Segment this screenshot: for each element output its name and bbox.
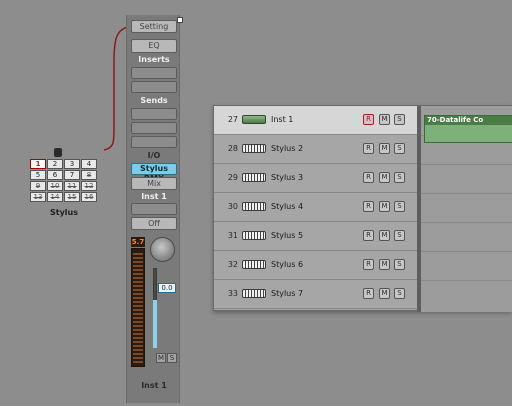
keyboard-icon xyxy=(242,260,266,269)
mute-button[interactable]: M xyxy=(379,114,390,125)
track-number: 29 xyxy=(227,173,238,182)
mute-button[interactable]: M xyxy=(379,230,390,241)
output-cell[interactable]: 11 xyxy=(64,181,80,191)
track-number: 32 xyxy=(227,260,238,269)
group-slot[interactable] xyxy=(131,203,177,215)
solo-button[interactable]: S xyxy=(394,172,405,183)
track-row[interactable]: 32 Stylus 6 RMS xyxy=(214,251,417,280)
output-cell[interactable]: 6 xyxy=(47,170,63,180)
level-meter xyxy=(131,248,145,367)
object-name: Stylus xyxy=(50,208,78,217)
solo-button[interactable]: S xyxy=(394,201,405,212)
output-grid: 1 2 3 4 5 6 7 8 9 10 11 12 13 14 15 16 xyxy=(30,159,97,202)
mute-button[interactable]: M xyxy=(379,259,390,270)
stylus-multi-output-object[interactable]: 1 2 3 4 5 6 7 8 9 10 11 12 13 14 15 16 S… xyxy=(28,148,100,220)
eq-button[interactable]: EQ xyxy=(131,39,177,53)
record-enable-button[interactable]: R xyxy=(363,172,374,183)
mute-button[interactable]: M xyxy=(379,288,390,299)
instrument-tree-icon xyxy=(242,115,266,124)
insert-slot[interactable] xyxy=(131,81,177,93)
track-name[interactable]: Stylus 2 xyxy=(271,144,303,153)
output-cell[interactable]: 2 xyxy=(47,159,63,169)
track-row[interactable]: 31 Stylus 5 RMS xyxy=(214,222,417,251)
io-label: I/O xyxy=(147,151,161,160)
record-enable-button[interactable]: R xyxy=(363,114,374,125)
output-cell[interactable]: 7 xyxy=(64,170,80,180)
track-number: 28 xyxy=(227,144,238,153)
solo-button[interactable]: S xyxy=(167,353,177,363)
track-number: 33 xyxy=(227,289,238,298)
track-name[interactable]: Stylus 7 xyxy=(271,289,303,298)
track-number: 30 xyxy=(227,202,238,211)
output-cell[interactable]: 10 xyxy=(47,181,63,191)
record-enable-button[interactable]: R xyxy=(363,143,374,154)
record-enable-button[interactable]: R xyxy=(363,288,374,299)
input-plugin-slot[interactable]: Stylus RMX xyxy=(131,163,177,183)
track-name[interactable]: Stylus 4 xyxy=(271,202,303,211)
output-button[interactable]: Mix xyxy=(131,177,177,190)
keyboard-icon xyxy=(242,202,266,211)
solo-button[interactable]: S xyxy=(394,114,405,125)
keyboard-icon xyxy=(242,144,266,153)
audio-region[interactable]: 70-Datalife Co xyxy=(424,115,512,143)
track-name[interactable]: Inst 1 xyxy=(271,115,293,124)
track-row[interactable]: 27 Inst 1 RMS xyxy=(214,106,417,135)
solo-button[interactable]: S xyxy=(394,288,405,299)
output-cell[interactable]: 3 xyxy=(64,159,80,169)
link-icon[interactable] xyxy=(177,17,183,23)
region-title: 70-Datalife Co xyxy=(425,116,512,125)
track-number: 31 xyxy=(227,231,238,240)
solo-button[interactable]: S xyxy=(394,143,405,154)
output-cell[interactable]: 5 xyxy=(30,170,46,180)
object-handle-icon[interactable] xyxy=(54,148,62,157)
track-row[interactable]: 29 Stylus 3 RMS xyxy=(214,164,417,193)
insert-slot[interactable] xyxy=(131,67,177,79)
output-cell[interactable]: 8 xyxy=(81,170,97,180)
mute-button[interactable]: M xyxy=(156,353,166,363)
track-row[interactable]: 33 Stylus 7 RMS xyxy=(214,280,417,309)
record-enable-button[interactable]: R xyxy=(363,259,374,270)
track-name[interactable]: Stylus 5 xyxy=(271,231,303,240)
mute-button[interactable]: M xyxy=(379,143,390,154)
output-cell[interactable]: 9 xyxy=(30,181,46,191)
sends-label: Sends xyxy=(140,96,168,105)
channel-strip: Setting EQ Inserts Sends I/O Stylus RMX … xyxy=(126,15,183,403)
inserts-label: Inserts xyxy=(138,55,170,64)
channel-strip-name: Inst 1 xyxy=(141,381,167,390)
arrange-window: 27 Inst 1 R M S 28 Stylus 2 R M S 29 Stylus 3 R M S 30 S… xyxy=(213,105,512,312)
mute-button[interactable]: M xyxy=(379,201,390,212)
send-slot[interactable] xyxy=(131,136,177,148)
track-row[interactable]: 28 Stylus 2 RMS xyxy=(214,135,417,164)
fader-value[interactable]: 0.0 xyxy=(158,283,176,293)
output-cell[interactable]: 16 xyxy=(81,192,97,202)
setting-button[interactable]: Setting xyxy=(131,20,177,33)
track-name[interactable]: Stylus 3 xyxy=(271,173,303,182)
pan-knob-icon[interactable] xyxy=(150,237,175,262)
output-cell[interactable]: 12 xyxy=(81,181,97,191)
track-number: 27 xyxy=(227,115,238,124)
output-cell[interactable]: 15 xyxy=(64,192,80,202)
track-row[interactable]: 30 Stylus 4 RMS xyxy=(214,193,417,222)
automation-button[interactable]: Off xyxy=(131,217,177,230)
arrange-area: 70-Datalife Co xyxy=(421,106,512,312)
track-name[interactable]: Stylus 6 xyxy=(271,260,303,269)
volume-fader-fill xyxy=(153,300,157,348)
record-enable-button[interactable]: R xyxy=(363,230,374,241)
track-list: 27 Inst 1 R M S 28 Stylus 2 R M S 29 Stylus 3 R M S 30 S… xyxy=(214,106,417,312)
output-cell[interactable]: 1 xyxy=(30,159,46,169)
output-cell[interactable]: 4 xyxy=(81,159,97,169)
keyboard-icon xyxy=(242,231,266,240)
solo-button[interactable]: S xyxy=(394,259,405,270)
send-slot[interactable] xyxy=(131,122,177,134)
output-cell[interactable]: 13 xyxy=(30,192,46,202)
output-cell[interactable]: 14 xyxy=(47,192,63,202)
record-enable-button[interactable]: R xyxy=(363,201,374,212)
send-slot[interactable] xyxy=(131,108,177,120)
meter-peak-readout[interactable]: 5.7 xyxy=(131,237,145,247)
mute-button[interactable]: M xyxy=(379,172,390,183)
solo-button[interactable]: S xyxy=(394,230,405,241)
output-name: Inst 1 xyxy=(141,192,167,201)
keyboard-icon xyxy=(242,173,266,182)
keyboard-icon xyxy=(242,289,266,298)
